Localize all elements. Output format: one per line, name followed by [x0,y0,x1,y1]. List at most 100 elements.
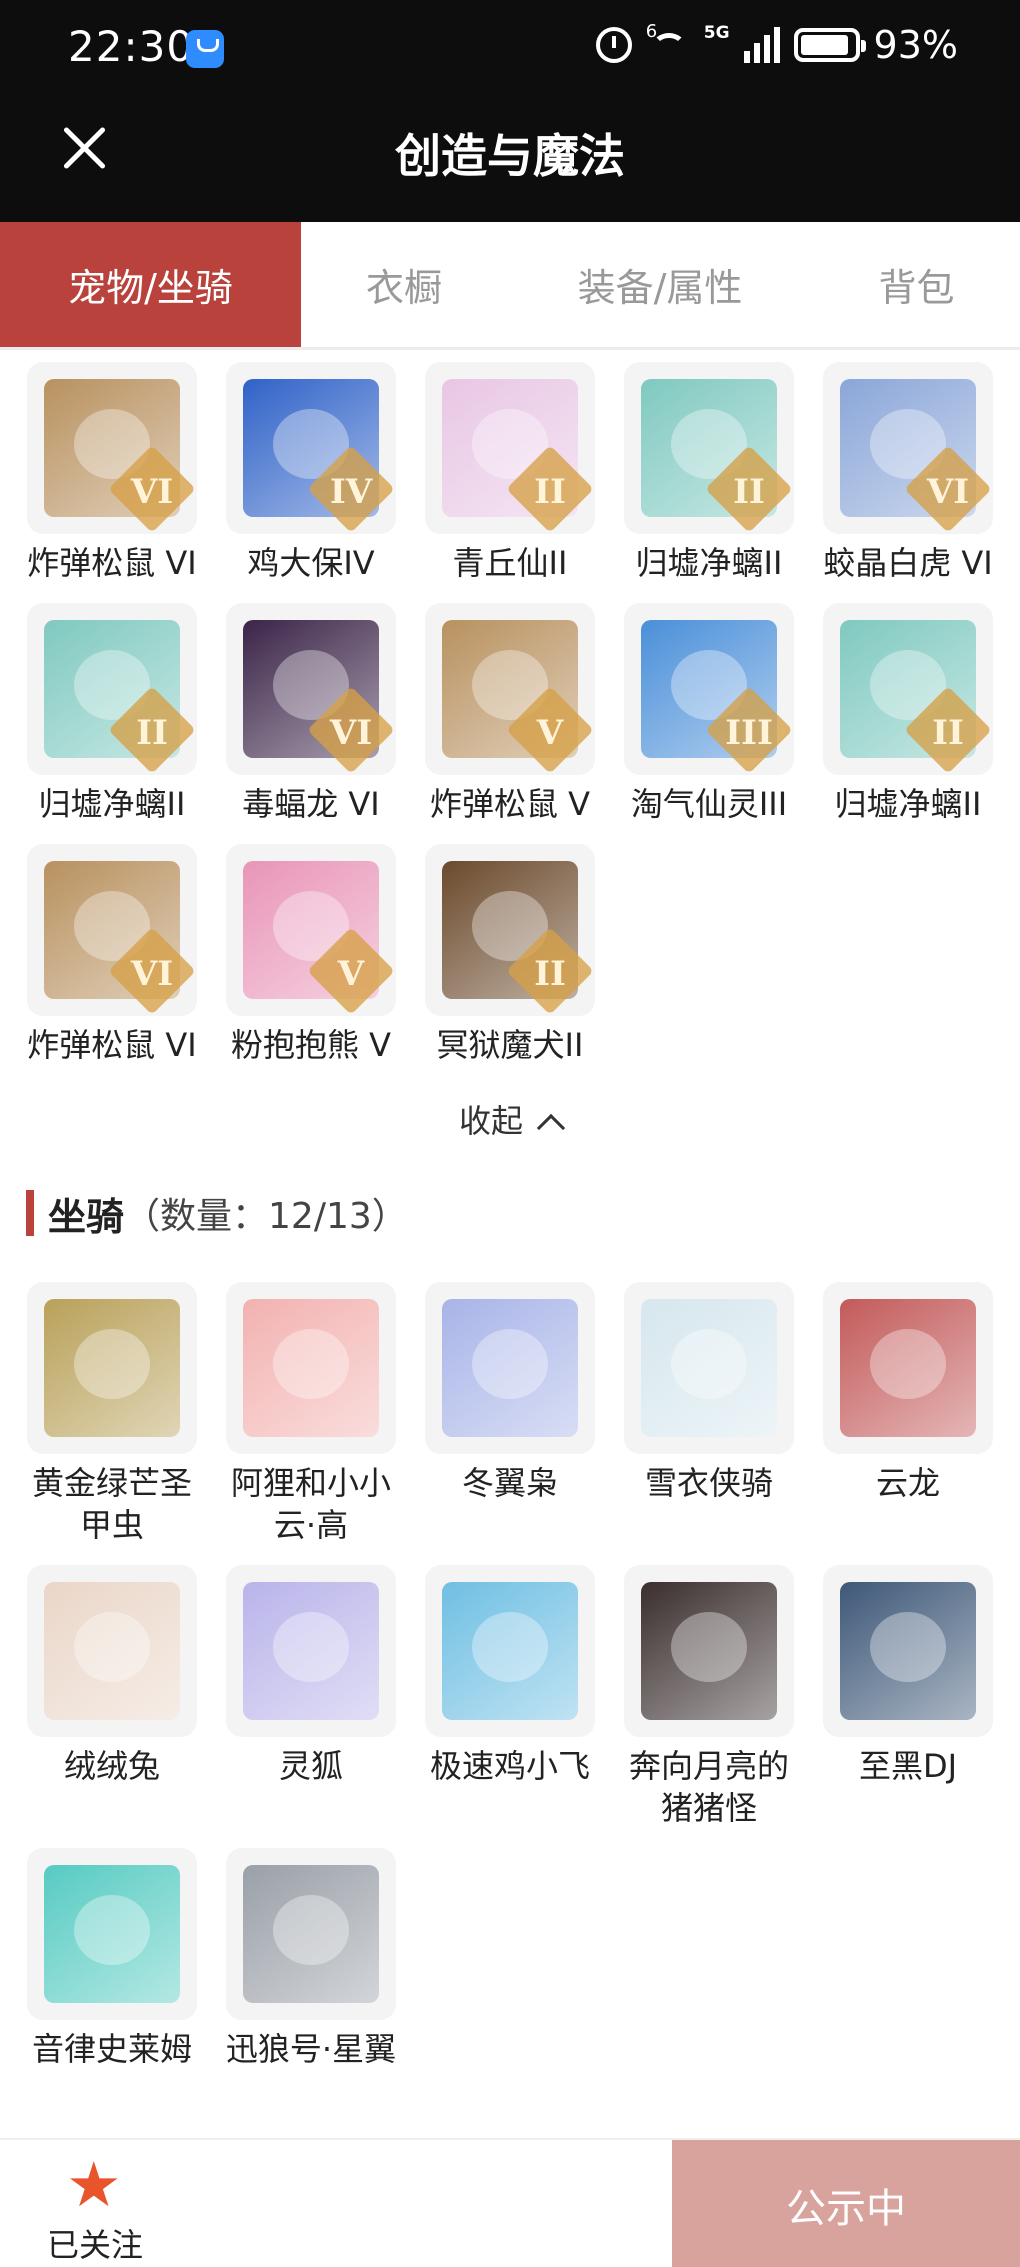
mount-name: 音律史莱姆 [31,2030,192,2068]
mount-image [44,1299,180,1437]
mount-thumbnail [823,1565,993,1737]
mount-image [840,1299,976,1437]
mount-thumbnail [425,1282,595,1454]
mount-item[interactable]: 云龙 [818,1282,998,1504]
mount-image [641,1299,777,1437]
mount-item[interactable]: 黄金绿芒圣甲虫 [22,1282,202,1546]
pet-thumbnail: II [624,362,794,534]
pet-name: 炸弹松鼠 VI [27,1026,197,1064]
tab-pets-mounts[interactable]: 宠物/坐骑 [0,222,301,347]
mount-item[interactable]: 奔向月亮的猪猪怪 [619,1565,799,1829]
pet-item[interactable]: II 青丘仙II [420,362,600,584]
pet-name: 冥狱魔犬II [436,1026,584,1064]
level-badge-text: VI [926,472,970,512]
pet-item[interactable]: III 淘气仙灵III [619,603,799,825]
status-icons: 6 5G 93% [595,20,958,70]
battery-icon [793,28,866,62]
pet-item[interactable]: V 粉抱抱熊 V [221,844,401,1066]
mount-image [44,1582,180,1720]
pet-thumbnail: III [624,603,794,775]
status-time: 22:30 [68,22,195,71]
collapse-button[interactable]: 收起 [0,1096,1020,1143]
pet-name: 淘气仙灵III [630,785,788,823]
mounts-section-header: 坐骑 （数量：12/13） [26,1188,408,1239]
level-badge-text: V [337,954,365,994]
mount-image [840,1582,976,1720]
mount-item[interactable]: 音律史莱姆 [22,1848,202,2070]
mount-thumbnail [823,1282,993,1454]
level-badge-text: II [733,472,765,512]
pet-thumbnail: IV [226,362,396,534]
mount-item[interactable]: 至黑DJ [818,1565,998,1787]
pet-thumbnail: VI [226,603,396,775]
pet-item[interactable]: IV 鸡大保IV [221,362,401,584]
network-type: 5G [703,23,730,43]
mount-thumbnail [425,1565,595,1737]
pet-name: 粉抱抱熊 V [230,1026,392,1064]
app-store-icon [186,30,224,68]
follow-button[interactable]: ★ 已关注 [0,2140,190,2267]
pet-item[interactable]: VI 蛟晶白虎 VI [818,362,998,584]
mount-name: 阿狸和小小云·高 [230,1464,391,1544]
pet-name: 毒蝠龙 VI [242,785,380,823]
mount-name: 绒绒兔 [63,1747,160,1785]
pet-thumbnail: VI [27,362,197,534]
level-badge-text: II [932,713,964,753]
tab-backpack[interactable]: 背包 [813,222,1020,347]
pet-name: 鸡大保IV [247,544,375,582]
pet-item[interactable]: VI 炸弹松鼠 VI [22,362,202,584]
pet-thumbnail: II [425,362,595,534]
bottom-bar: ★ 已关注 公示中 [0,2138,1020,2267]
pet-thumbnail: VI [27,844,197,1016]
mount-item[interactable]: 冬翼枭 [420,1282,600,1504]
pet-item[interactable]: VI 炸弹松鼠 VI [22,844,202,1066]
level-badge-text: II [534,472,566,512]
mount-thumbnail [27,1565,197,1737]
pet-item[interactable]: II 冥狱魔犬II [420,844,600,1066]
pet-name: 归墟净螭II [834,785,982,823]
mount-item[interactable]: 雪衣侠骑 [619,1282,799,1504]
star-icon: ★ [66,2148,122,2221]
pet-thumbnail: V [425,603,595,775]
mount-item[interactable]: 绒绒兔 [22,1565,202,1787]
signal-icon [743,27,780,63]
status-bar: 22:30 6 5G 93% [0,0,1020,98]
pet-thumbnail: II [425,844,595,1016]
level-badge-text: VI [130,954,174,994]
level-badge-text: V [536,713,564,753]
tab-equipment[interactable]: 装备/属性 [507,222,813,347]
section-title: 坐骑 [48,1194,125,1239]
pet-name: 青丘仙II [452,544,568,582]
pet-item[interactable]: VI 毒蝠龙 VI [221,603,401,825]
collapse-label: 收起 [458,1102,523,1140]
mount-name: 雪衣侠骑 [644,1464,773,1502]
mount-thumbnail [226,1848,396,2020]
pet-item[interactable]: V 炸弹松鼠 V [420,603,600,825]
pet-name: 蛟晶白虎 VI [823,544,993,582]
mount-thumbnail [624,1565,794,1737]
level-badge-text: II [136,713,168,753]
public-status-button[interactable]: 公示中 [672,2140,1020,2267]
tab-wardrobe[interactable]: 衣橱 [301,222,507,347]
mount-item[interactable]: 极速鸡小飞 [420,1565,600,1787]
mount-image [243,1582,379,1720]
mount-item[interactable]: 阿狸和小小云·高 [221,1282,401,1546]
mount-name: 极速鸡小飞 [429,1747,590,1785]
pet-name: 炸弹松鼠 V [429,785,591,823]
level-badge-text: IV [329,472,373,512]
pet-item[interactable]: II 归墟净螭II [22,603,202,825]
pet-item[interactable]: II 归墟净螭II [619,362,799,584]
mount-thumbnail [226,1565,396,1737]
section-count: （数量：12/13） [124,1196,408,1237]
mount-image [442,1299,578,1437]
pet-item[interactable]: II 归墟净螭II [818,603,998,825]
mount-item[interactable]: 灵狐 [221,1565,401,1787]
level-badge-text: III [725,713,773,753]
mount-item[interactable]: 迅狼号·星翼 [221,1848,401,2070]
mount-name: 冬翼枭 [461,1464,558,1502]
mount-name: 黄金绿芒圣甲虫 [31,1464,192,1544]
mount-thumbnail [624,1282,794,1454]
pet-name: 归墟净螭II [635,544,783,582]
follow-label: 已关注 [46,2226,143,2264]
tab-bar: 宠物/坐骑 衣橱 装备/属性 背包 [0,222,1020,350]
